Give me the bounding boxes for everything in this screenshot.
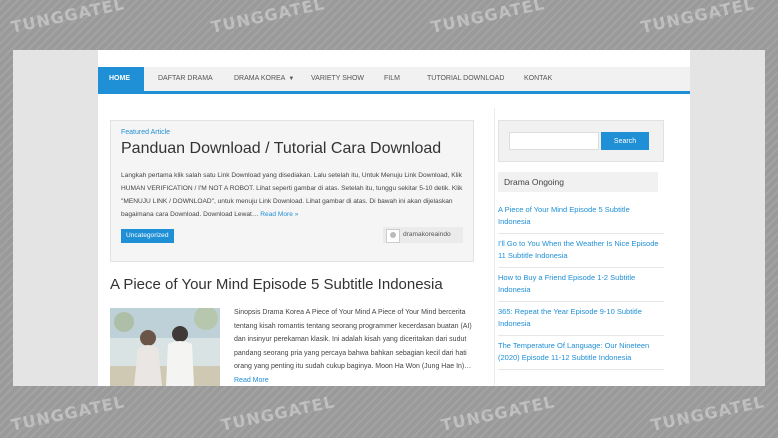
featured-title-link[interactable]: Panduan Download / Tutorial Cara Downloa… xyxy=(121,140,441,158)
couple-photo-icon xyxy=(110,308,220,386)
chevron-down-icon: ▼ xyxy=(288,76,295,82)
ongoing-list: A Piece of Your Mind Episode 5 Subtitle … xyxy=(498,200,664,370)
featured-tag: Featured Article xyxy=(121,129,171,136)
category-badge[interactable]: Uncategorized xyxy=(121,229,174,243)
author-info: dramakoreaindo xyxy=(383,227,463,243)
nav-label: TUTORIAL DOWNLOAD xyxy=(427,75,505,82)
post-excerpt: Sinopsis Drama Korea A Piece of Your Min… xyxy=(234,306,474,386)
nav-film[interactable]: FILM xyxy=(373,67,411,91)
search-widget: Search xyxy=(498,120,664,162)
nav-label: DAFTAR DRAMA xyxy=(158,75,213,82)
site-container: HOME DAFTAR DRAMA DRAMA KOREA ▼ VARIETY S… xyxy=(98,50,690,386)
nav-label: FILM xyxy=(384,75,400,82)
search-input[interactable] xyxy=(509,132,599,150)
list-item[interactable]: 365: Repeat the Year Episode 9-10 Subtit… xyxy=(498,302,664,336)
main-navigation: HOME DAFTAR DRAMA DRAMA KOREA ▼ VARIETY S… xyxy=(98,67,690,94)
post-thumbnail[interactable] xyxy=(110,308,220,386)
author-link[interactable]: dramakoreaindo xyxy=(403,227,451,243)
nav-home[interactable]: HOME xyxy=(98,67,144,91)
list-item[interactable]: I'll Go to You When the Weather Is Nice … xyxy=(498,234,664,268)
featured-excerpt: Langkah pertama klik salah satu Link Dow… xyxy=(121,169,466,221)
nav-label: DRAMA KOREA xyxy=(234,75,286,82)
nav-label: VARIETY SHOW xyxy=(311,75,365,82)
read-more-link[interactable]: Read More » xyxy=(260,211,298,218)
avatar-icon xyxy=(386,229,400,243)
nav-label: KONTAK xyxy=(524,75,553,82)
widget-title: Drama Ongoing xyxy=(498,172,658,192)
list-item[interactable]: A Piece of Your Mind Episode 5 Subtitle … xyxy=(498,200,664,234)
search-button[interactable]: Search xyxy=(601,132,649,150)
list-item[interactable]: How to Buy a Friend Episode 1-2 Subtitle… xyxy=(498,268,664,302)
nav-tutorial-download[interactable]: TUTORIAL DOWNLOAD xyxy=(416,67,515,91)
nav-label: HOME xyxy=(109,75,130,82)
list-item[interactable]: The Temperature Of Language: Our Ninetee… xyxy=(498,336,664,370)
nav-variety-show[interactable]: VARIETY SHOW xyxy=(300,67,375,91)
browser-viewport: HOME DAFTAR DRAMA DRAMA KOREA ▼ VARIETY S… xyxy=(13,50,765,386)
read-more-link[interactable]: Read More xyxy=(234,377,269,384)
nav-drama-korea[interactable]: DRAMA KOREA ▼ xyxy=(223,67,305,91)
nav-kontak[interactable]: KONTAK xyxy=(513,67,563,91)
featured-article: Featured Article Panduan Download / Tuto… xyxy=(110,120,474,262)
post-title-link[interactable]: A Piece of Your Mind Episode 5 Subtitle … xyxy=(110,276,443,293)
excerpt-text: Sinopsis Drama Korea A Piece of Your Min… xyxy=(234,309,472,370)
nav-daftar-drama[interactable]: DAFTAR DRAMA xyxy=(147,67,224,91)
sidebar-divider xyxy=(494,108,495,386)
